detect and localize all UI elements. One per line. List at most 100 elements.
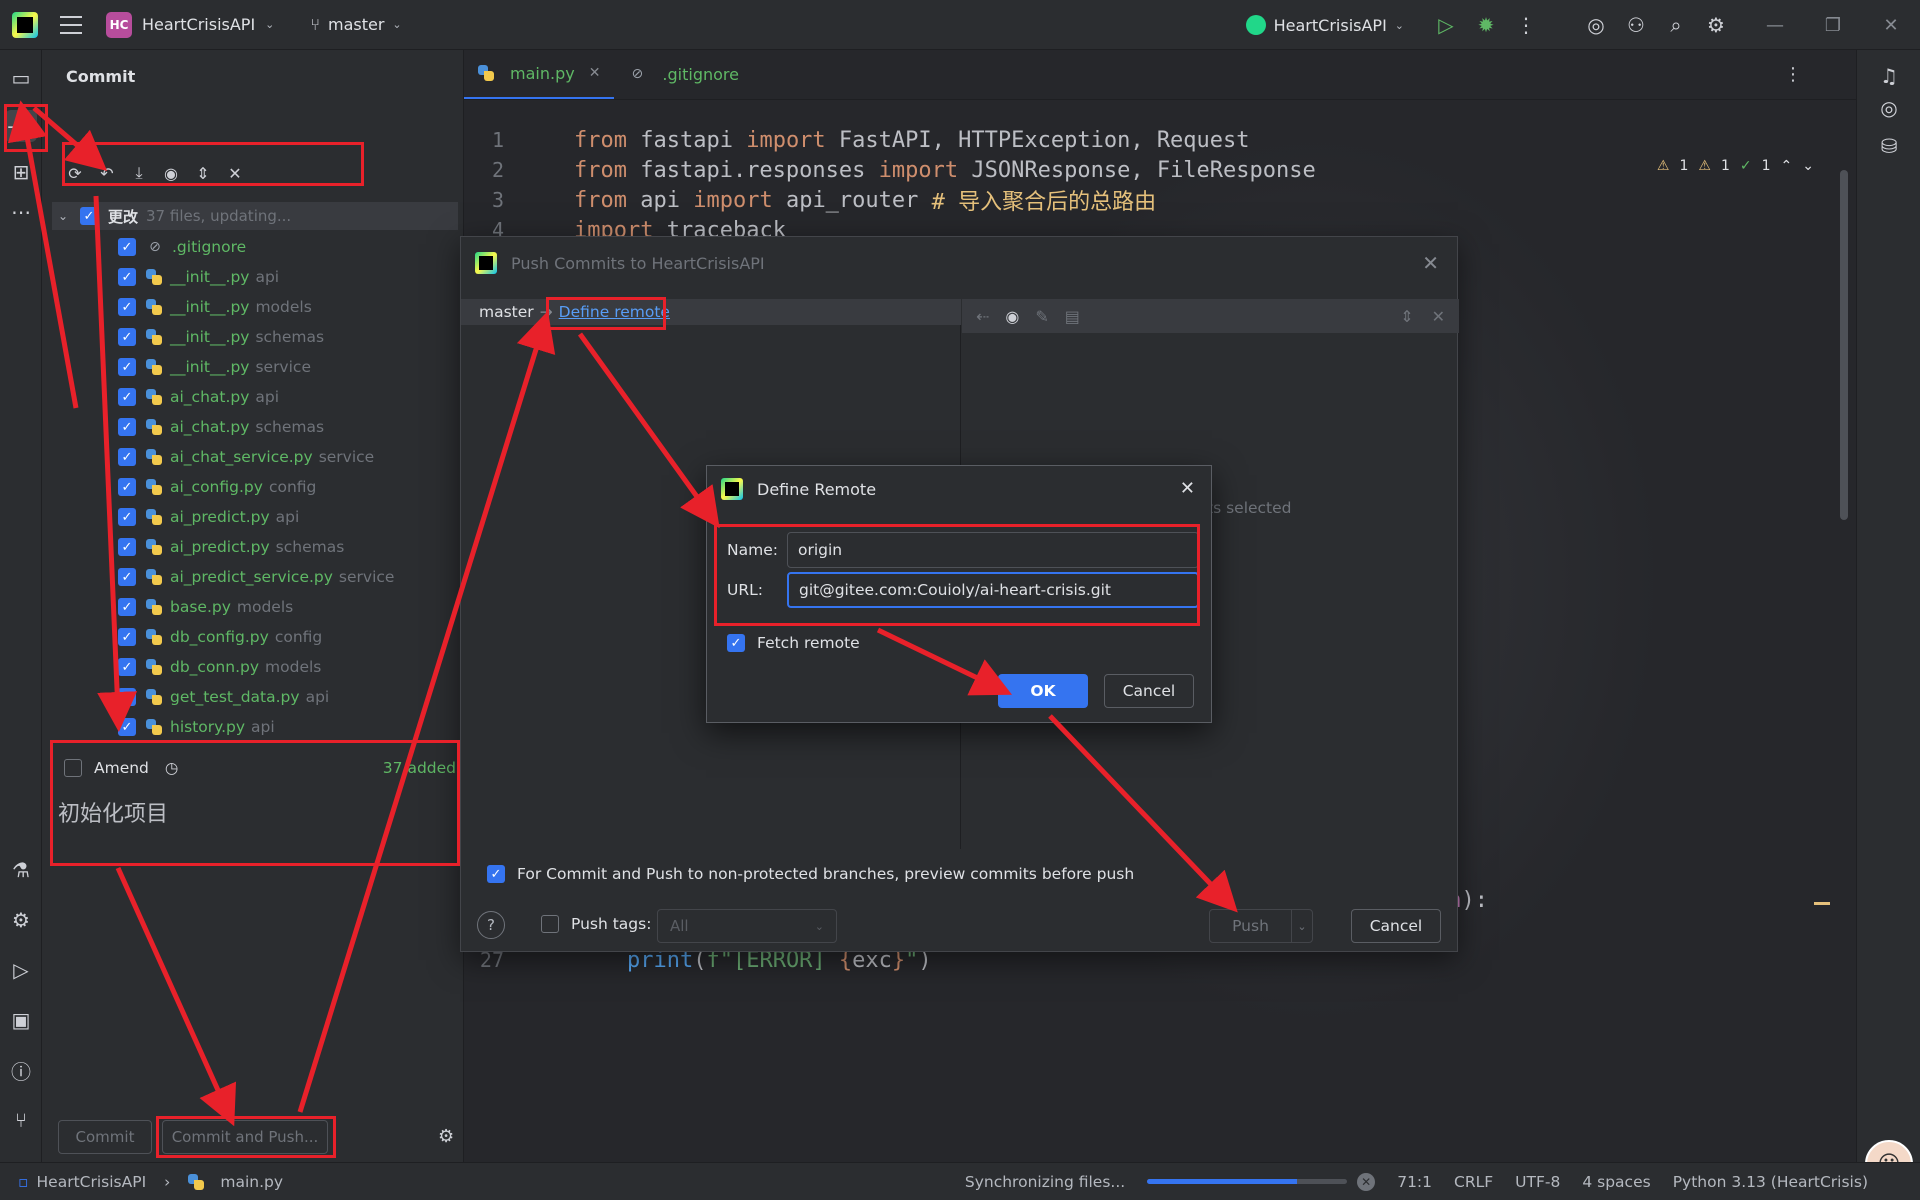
list-item[interactable]: ✓ get_test_data.py api	[118, 682, 394, 712]
file-checkbox[interactable]: ✓	[118, 658, 136, 676]
vertical-scrollbar[interactable]	[1840, 170, 1848, 520]
edit-icon[interactable]: ✎	[1035, 307, 1048, 326]
close-icon[interactable]: ✕	[1180, 478, 1195, 499]
expand-icon[interactable]: ⇕	[1400, 307, 1413, 326]
services-icon[interactable]: ⚙	[5, 904, 37, 936]
chevron-down-icon[interactable]: ⌄	[58, 209, 80, 223]
file-checkbox[interactable]: ✓	[118, 418, 136, 436]
file-checkbox[interactable]: ✓	[118, 478, 136, 496]
structure-icon[interactable]: ⊞	[5, 156, 37, 188]
list-item[interactable]: ✓ ai_predict_service.py service	[118, 562, 394, 592]
push-tags-option[interactable]: Push tags:	[541, 915, 651, 933]
chevron-down-icon[interactable]: ⌄	[1802, 158, 1814, 174]
file-checkbox[interactable]: ✓	[118, 448, 136, 466]
cancel-task-icon[interactable]: ✕	[1357, 1172, 1376, 1191]
list-item[interactable]: ✓ __init__.py api	[118, 262, 394, 292]
gear-icon[interactable]: ⚙	[438, 1126, 454, 1147]
database-icon[interactable]: ⛁	[1873, 130, 1905, 162]
branch-selector[interactable]: ⑂ master ⌄	[310, 15, 401, 34]
list-item[interactable]: ✓ __init__.py models	[118, 292, 394, 322]
file-checkbox[interactable]: ✓	[118, 688, 136, 706]
list-item[interactable]: ✓ ⊘ .gitignore	[118, 232, 394, 262]
file-checkbox[interactable]: ✓	[118, 268, 136, 286]
list-item[interactable]: ✓ ai_chat.py schemas	[118, 412, 394, 442]
list-item[interactable]: ✓ db_conn.py models	[118, 652, 394, 682]
file-checkbox[interactable]: ✓	[118, 388, 136, 406]
file-checkbox[interactable]: ✓	[118, 298, 136, 316]
more-tools-icon[interactable]: ⋯	[5, 196, 37, 228]
commit-button[interactable]: Commit	[58, 1120, 152, 1154]
close-icon[interactable]: ✕	[589, 65, 601, 81]
problems-icon[interactable]: ⓘ	[5, 1054, 37, 1086]
run-icon[interactable]: ▷	[1426, 5, 1466, 45]
ai-chat-icon[interactable]: ◎	[1873, 92, 1905, 124]
file-checkbox[interactable]: ✓	[118, 628, 136, 646]
terminal-icon[interactable]: ▣	[5, 1004, 37, 1036]
caret-position[interactable]: 71:1	[1397, 1173, 1432, 1191]
tab-gitignore[interactable]: ⊘ .gitignore	[614, 50, 753, 99]
more-icon[interactable]: ⋮	[1506, 5, 1546, 45]
cancel-button[interactable]: Cancel	[1104, 674, 1194, 708]
main-menu-icon[interactable]	[60, 15, 82, 34]
close-icon[interactable]: ✕	[1862, 0, 1920, 50]
more-icon[interactable]: ⋮	[1784, 64, 1802, 85]
run-config-selector[interactable]: HeartCrisisAPI ⌄	[1245, 15, 1404, 35]
list-item[interactable]: ✓ ai_chat.py api	[118, 382, 394, 412]
preview-commits-option[interactable]: ✓ For Commit and Push to non-protected b…	[487, 865, 1134, 883]
push-tags-checkbox[interactable]	[541, 915, 559, 933]
notifications-icon[interactable]: ♫	[1873, 60, 1905, 92]
minimize-icon[interactable]: —	[1746, 0, 1804, 50]
chevron-up-icon[interactable]: ⌃	[1781, 158, 1793, 174]
close-icon[interactable]: ✕	[1422, 251, 1439, 275]
indent-setting[interactable]: 4 spaces	[1582, 1173, 1650, 1191]
file-checkbox[interactable]: ✓	[118, 718, 136, 736]
fetch-remote-checkbox[interactable]: ✓	[727, 634, 745, 652]
file-checkbox[interactable]: ✓	[118, 598, 136, 616]
list-item[interactable]: ✓ history.py api	[118, 712, 394, 742]
search-icon[interactable]: ⌕	[1656, 5, 1696, 45]
git-icon[interactable]: ⑂	[5, 1104, 37, 1136]
breadcrumb-file[interactable]: main.py	[220, 1173, 283, 1191]
push-branch-row[interactable]: master → Define remote	[461, 299, 961, 325]
gear-icon[interactable]: ⚙	[1696, 5, 1736, 45]
ai-assistant-icon[interactable]: ◎	[1576, 5, 1616, 45]
list-item[interactable]: ✓ db_config.py config	[118, 622, 394, 652]
file-checkbox[interactable]: ✓	[118, 568, 136, 586]
list-item[interactable]: ✓ ai_predict.py schemas	[118, 532, 394, 562]
debug-icon[interactable]: ✹	[1466, 5, 1506, 45]
python-packages-icon[interactable]: ⚗	[5, 854, 37, 886]
background-task-label[interactable]: Synchronizing files...	[965, 1173, 1125, 1191]
folder-icon[interactable]: ▭	[5, 62, 37, 94]
list-item[interactable]: ✓ ai_config.py config	[118, 472, 394, 502]
file-checkbox[interactable]: ✓	[118, 238, 136, 256]
list-item[interactable]: ✓ __init__.py service	[118, 352, 394, 382]
list-item[interactable]: ✓ base.py models	[118, 592, 394, 622]
preview-commits-checkbox[interactable]: ✓	[487, 865, 505, 883]
list-item[interactable]: ✓ ai_chat_service.py service	[118, 442, 394, 472]
eye-icon[interactable]: ◉	[1005, 307, 1019, 326]
restore-icon[interactable]: ❐	[1804, 0, 1862, 50]
push-cancel-button[interactable]: Cancel	[1351, 909, 1441, 943]
add-user-icon[interactable]: ⚇	[1616, 5, 1656, 45]
breadcrumb-project[interactable]: HeartCrisisAPI	[37, 1173, 147, 1191]
file-checkbox[interactable]: ✓	[118, 358, 136, 376]
line-separator[interactable]: CRLF	[1454, 1173, 1493, 1191]
inspection-widget[interactable]: ⚠ 1 ⚠ 1 ✓ 1 ⌃ ⌄	[1657, 158, 1814, 174]
file-checkbox[interactable]: ✓	[118, 508, 136, 526]
details-icon[interactable]: ▤	[1065, 307, 1080, 326]
list-item[interactable]: ✓ ai_predict.py api	[118, 502, 394, 532]
tab-main-py[interactable]: main.py ✕	[464, 50, 615, 99]
collapse-icon[interactable]: ✕	[1432, 307, 1445, 326]
file-checkbox[interactable]: ✓	[118, 328, 136, 346]
ok-button[interactable]: OK	[998, 674, 1088, 708]
file-checkbox[interactable]: ✓	[118, 538, 136, 556]
list-item[interactable]: ✓ __init__.py schemas	[118, 322, 394, 352]
project-selector[interactable]: HC HeartCrisisAPI ⌄	[106, 11, 274, 38]
run-tool-icon[interactable]: ▷	[5, 954, 37, 986]
interpreter-selector[interactable]: Python 3.13 (HeartCrisis)	[1673, 1173, 1868, 1191]
group-checkbox[interactable]: ✓	[80, 207, 98, 225]
show-diff-icon[interactable]: ⇠	[976, 307, 989, 326]
fetch-remote-option[interactable]: ✓ Fetch remote	[727, 634, 860, 652]
file-encoding[interactable]: UTF-8	[1515, 1173, 1560, 1191]
help-icon[interactable]: ?	[477, 911, 505, 939]
